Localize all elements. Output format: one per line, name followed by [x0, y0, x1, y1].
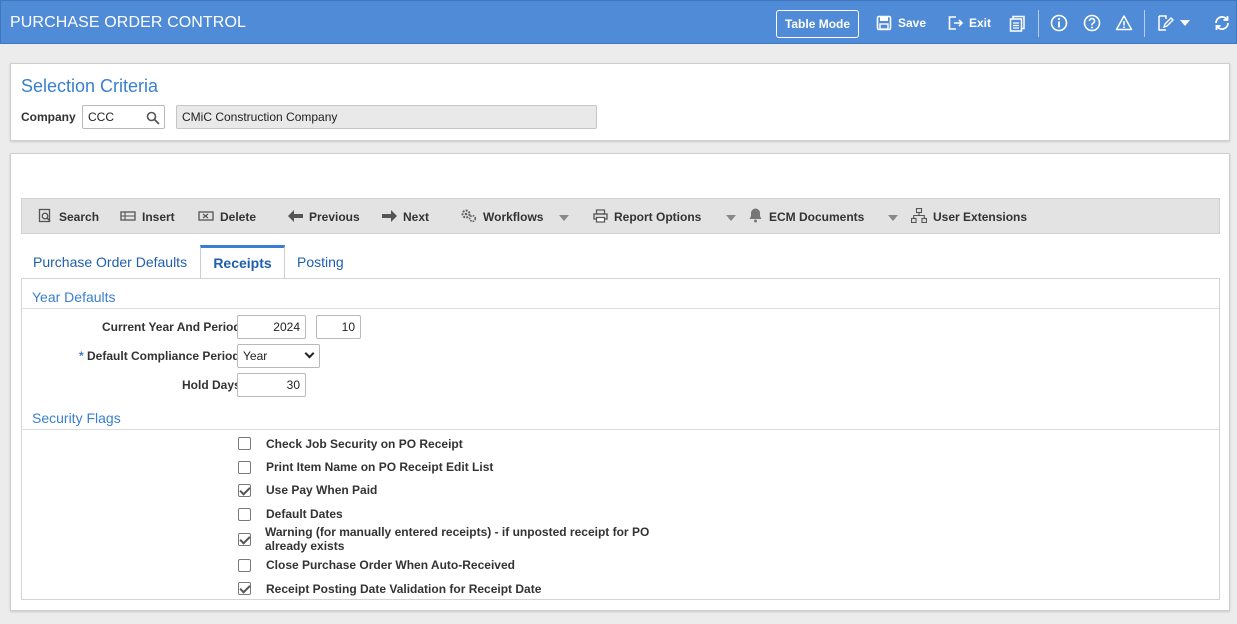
company-value: CCC	[88, 110, 114, 124]
tab-purchase-order-defaults[interactable]: Purchase Order Defaults	[33, 254, 187, 270]
workflows-button[interactable]: Workflows	[460, 208, 543, 226]
arrow-right-icon	[382, 209, 397, 225]
ecm-icon	[748, 208, 763, 226]
tab-posting[interactable]: Posting	[297, 254, 344, 270]
default-compliance-period-text: Default Compliance Period	[87, 349, 240, 363]
exit-icon	[947, 15, 963, 31]
section-divider	[22, 429, 1219, 430]
required-marker: *	[79, 349, 84, 363]
receipt-posting-date-validation-label: Receipt Posting Date Validation for Rece…	[266, 582, 542, 596]
printer-icon	[593, 208, 608, 226]
previous-label: Previous	[309, 210, 360, 224]
default-compliance-period-label: * Default Compliance Period	[79, 349, 240, 363]
workflows-dropdown-icon[interactable]	[559, 215, 569, 221]
check-job-security-checkbox[interactable]	[238, 437, 251, 450]
default-compliance-period-select[interactable]: Year	[237, 344, 320, 368]
header-divider	[1144, 10, 1145, 37]
company-label: Company	[21, 110, 76, 124]
default-dates-label: Default Dates	[266, 507, 343, 521]
previous-button[interactable]: Previous	[288, 208, 360, 226]
report-options-button[interactable]: Report Options	[593, 208, 701, 226]
use-pay-when-paid-label: Use Pay When Paid	[266, 483, 378, 497]
delete-label: Delete	[220, 210, 257, 224]
search-label: Search	[59, 210, 100, 224]
ecm-documents-dropdown-icon[interactable]	[888, 215, 898, 221]
search-button[interactable]: Search	[38, 208, 99, 226]
header-divider	[1038, 10, 1039, 37]
current-year-period-label: Current Year And Period	[102, 320, 241, 334]
print-item-name-checkbox[interactable]	[238, 461, 251, 474]
alert-button[interactable]	[1115, 13, 1133, 33]
receipts-tab-content: Year Defaults Current Year And Period 20…	[21, 278, 1220, 600]
next-label: Next	[403, 210, 430, 224]
company-field[interactable]: CCC	[82, 105, 165, 129]
search-icon	[38, 208, 53, 226]
year-defaults-title: Year Defaults	[32, 289, 116, 305]
insert-button[interactable]: Insert	[120, 208, 175, 226]
security-flags-title: Security Flags	[32, 410, 121, 426]
ecm-documents-button[interactable]: ECM Documents	[748, 208, 864, 226]
unposted-receipt-warning-label: Warning (for manually entered receipts) …	[265, 525, 650, 553]
gears-icon	[460, 208, 477, 226]
documents-button[interactable]	[1009, 13, 1026, 33]
unposted-receipt-warning-checkbox[interactable]	[238, 533, 251, 546]
next-button[interactable]: Next	[382, 208, 429, 226]
user-extensions-label: User Extensions	[933, 210, 1028, 224]
current-year-input[interactable]: 2024	[237, 315, 306, 339]
arrow-left-icon	[288, 209, 303, 225]
documents-icon	[1009, 15, 1026, 32]
workflows-label: Workflows	[483, 210, 544, 224]
exit-label: Exit	[969, 16, 992, 30]
edit-icon	[1156, 14, 1174, 32]
insert-label: Insert	[142, 210, 175, 224]
table-mode-button[interactable]: Table Mode	[776, 10, 859, 38]
insert-icon	[120, 209, 136, 226]
hierarchy-icon	[910, 207, 928, 226]
selection-criteria-panel: Selection Criteria Company CCC CMiC Cons…	[10, 63, 1230, 141]
info-icon	[1050, 14, 1068, 32]
edit-menu-button[interactable]	[1156, 13, 1190, 33]
delete-icon	[198, 209, 214, 226]
info-button[interactable]	[1050, 13, 1068, 33]
selection-criteria-title: Selection Criteria	[21, 76, 159, 96]
app-header: PURCHASE ORDER CONTROL Table Mode Save E…	[0, 0, 1237, 44]
section-divider	[22, 308, 1219, 309]
receipt-posting-date-validation-checkbox[interactable]	[238, 582, 251, 595]
exit-button[interactable]: Exit	[947, 13, 991, 33]
close-po-auto-received-label: Close Purchase Order When Auto-Received	[266, 558, 515, 572]
chevron-down-icon	[1180, 19, 1190, 27]
help-icon	[1083, 14, 1101, 32]
warning-icon	[1115, 14, 1133, 32]
help-button[interactable]	[1083, 13, 1101, 33]
company-name-field: CMiC Construction Company	[176, 105, 597, 129]
compliance-period-value: Year	[243, 349, 268, 363]
refresh-icon	[1213, 14, 1231, 32]
use-pay-when-paid-checkbox[interactable]	[238, 484, 251, 497]
search-icon[interactable]	[146, 110, 160, 132]
current-period-input[interactable]: 10	[316, 315, 361, 339]
check-job-security-label: Check Job Security on PO Receipt	[266, 437, 463, 451]
print-item-name-label: Print Item Name on PO Receipt Edit List	[266, 460, 494, 474]
refresh-button[interactable]	[1213, 13, 1231, 33]
report-options-label: Report Options	[614, 210, 702, 224]
main-panel: Search Insert Delete Previous Next Workf…	[10, 153, 1230, 611]
report-options-dropdown-icon[interactable]	[726, 215, 736, 221]
hold-days-label: Hold Days	[182, 378, 241, 392]
hold-days-input[interactable]: 30	[237, 373, 306, 397]
tab-receipts[interactable]: Receipts	[200, 245, 285, 279]
save-icon	[876, 15, 892, 31]
chevron-down-icon	[304, 348, 315, 359]
delete-button[interactable]: Delete	[198, 208, 256, 226]
ecm-documents-label: ECM Documents	[769, 210, 865, 224]
action-toolbar: Search Insert Delete Previous Next Workf…	[21, 198, 1220, 234]
page-title: PURCHASE ORDER CONTROL	[10, 14, 247, 31]
save-button[interactable]: Save	[876, 13, 926, 33]
default-dates-checkbox[interactable]	[238, 508, 251, 521]
close-po-auto-received-checkbox[interactable]	[238, 559, 251, 572]
save-label: Save	[898, 16, 927, 30]
user-extensions-button[interactable]: User Extensions	[910, 207, 1028, 226]
